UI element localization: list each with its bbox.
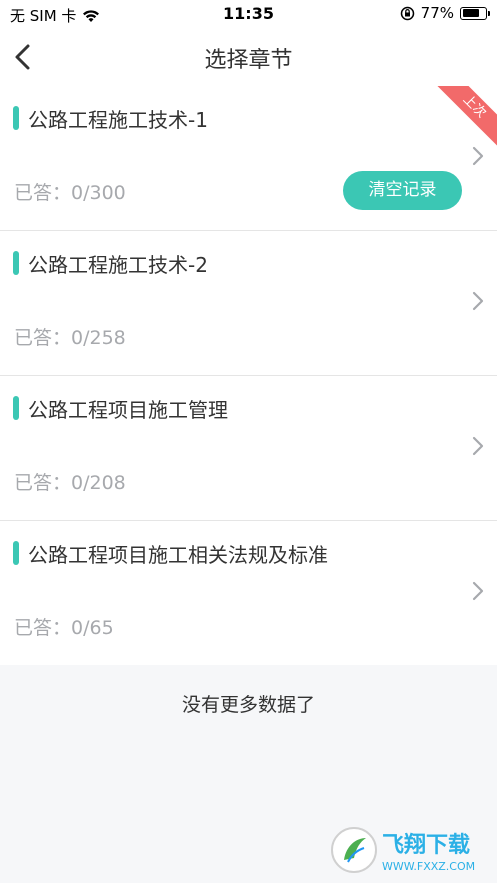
battery-percent: 77% bbox=[420, 4, 454, 22]
battery-fill bbox=[462, 9, 479, 17]
chapter-accent-bar bbox=[13, 251, 19, 275]
chapter-title: 公路工程施工技术-1 bbox=[28, 108, 208, 132]
chapter-item[interactable]: 公路工程施工技术-2 已答：0/258 bbox=[0, 231, 497, 376]
battery-icon bbox=[460, 6, 490, 20]
chapter-item[interactable]: 公路工程施工技术-1 已答：0/300 清空记录 上次 bbox=[0, 86, 497, 231]
chevron-right-icon bbox=[472, 581, 484, 601]
last-visited-badge: 上次 bbox=[437, 86, 497, 146]
status-right: 77% bbox=[400, 4, 490, 22]
chapter-title: 公路工程项目施工管理 bbox=[28, 398, 228, 422]
chapter-answered-count: 已答：0/300 bbox=[14, 182, 126, 204]
chevron-right-icon bbox=[472, 146, 484, 166]
page-title: 选择章节 bbox=[204, 48, 293, 73]
clear-record-button[interactable]: 清空记录 bbox=[343, 171, 462, 210]
status-bar: 无 SIM 卡 11:35 77% bbox=[0, 0, 497, 28]
chapter-title: 公路工程项目施工相关法规及标准 bbox=[28, 543, 328, 567]
chapter-accent-bar bbox=[13, 396, 19, 420]
no-more-data-label: 没有更多数据了 bbox=[181, 694, 315, 716]
last-visited-label: 上次 bbox=[437, 86, 497, 146]
chapter-title: 公路工程施工技术-2 bbox=[28, 253, 208, 277]
nav-bar: 选择章节 bbox=[0, 28, 497, 86]
chapter-answered-count: 已答：0/208 bbox=[14, 472, 126, 494]
chapter-list: 公路工程施工技术-1 已答：0/300 清空记录 上次 公路工程施工技术-2 已… bbox=[0, 86, 497, 665]
chapter-item[interactable]: 公路工程项目施工管理 已答：0/208 bbox=[0, 376, 497, 521]
watermark-brand: 飞翔下载 bbox=[382, 832, 470, 858]
chapter-accent-bar bbox=[13, 541, 19, 565]
rotation-lock-icon bbox=[400, 6, 414, 20]
chapter-item[interactable]: 公路工程项目施工相关法规及标准 已答：0/65 bbox=[0, 521, 497, 665]
watermark-logo: 飞翔下载 WWW.FXXZ.COM bbox=[331, 827, 475, 873]
chapter-answered-count: 已答：0/258 bbox=[14, 327, 126, 349]
watermark-url: WWW.FXXZ.COM bbox=[382, 860, 475, 873]
chevron-right-icon bbox=[472, 436, 484, 456]
chevron-right-icon bbox=[472, 291, 484, 311]
chapter-answered-count: 已答：0/65 bbox=[14, 617, 114, 639]
chapter-accent-bar bbox=[13, 106, 19, 130]
